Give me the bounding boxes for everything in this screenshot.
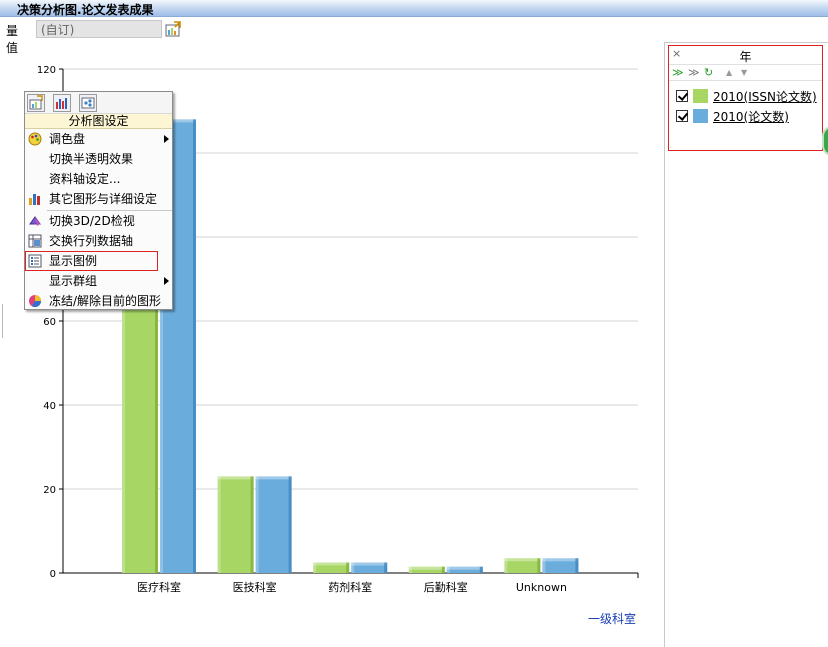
move-down-icon[interactable]: ▼ xyxy=(741,68,747,77)
bar-highlight xyxy=(351,562,388,566)
measure-input[interactable] xyxy=(36,20,162,38)
bar-edge xyxy=(504,558,508,573)
bar-shade xyxy=(537,558,541,573)
menu-item-label: 其它图形与详细设定 xyxy=(49,192,158,206)
menu-item-show-legend[interactable]: 显示图例 xyxy=(25,251,172,271)
bar-highlight xyxy=(504,558,541,562)
x-tick-label: 医疗科室 xyxy=(137,580,181,594)
move-up-icon[interactable]: ▲ xyxy=(726,68,732,77)
bar-highlight xyxy=(408,566,445,570)
bar-highlight xyxy=(217,476,254,480)
context-menu-header: 分析图设定 xyxy=(25,114,172,129)
legend-title: 年 xyxy=(739,50,752,64)
chart-settings-icon[interactable] xyxy=(27,94,45,112)
legend-item-label[interactable]: 2010(论文数) xyxy=(713,108,789,125)
menu-item-freeze-chart[interactable]: 冻结/解除目前的图形 xyxy=(25,291,172,311)
bar-highlight xyxy=(542,558,579,562)
bar xyxy=(217,476,254,573)
bar-edge xyxy=(542,558,546,573)
menu-item-toggle-3d[interactable]: 切换3D/2D检视 xyxy=(25,211,172,231)
y-tick-label: 20 xyxy=(43,485,56,496)
y-tick-label: 60 xyxy=(43,317,56,328)
bar-highlight xyxy=(446,566,483,570)
left-edge-handle xyxy=(0,304,3,338)
x-tick-label: Unknown xyxy=(516,581,567,594)
window-title-bar: 决策分析图.论文发表成果 xyxy=(0,0,828,17)
y-tick-label: 0 xyxy=(50,569,56,580)
menu-item-swap-axis[interactable]: 交换行列数据轴 xyxy=(25,231,172,251)
y-tick-label: 40 xyxy=(43,401,56,412)
menu-item-label: 切换半透明效果 xyxy=(49,152,134,166)
bar-highlight xyxy=(255,476,292,480)
menu-item-palette[interactable]: 调色盘 xyxy=(25,129,172,149)
y-tick-label: 120 xyxy=(37,65,56,76)
bar-edge xyxy=(255,476,259,573)
window-title: 决策分析图.论文发表成果 xyxy=(17,3,154,17)
bar-shade xyxy=(441,566,445,573)
menu-item-label: 切换3D/2D检视 xyxy=(49,214,135,228)
chart-context-menu: 分析图设定 调色盘 切换半透明效果 资料轴设定... 其它图形与详细设定 切换3… xyxy=(24,91,173,310)
menu-item-label: 资料轴设定... xyxy=(49,172,121,186)
refresh-icon[interactable]: ↻ xyxy=(704,66,713,79)
legend-panel: 年 × ≫ ≫ ↻ ▲ ▼ 2010(ISSN论文数) 2010(论文数) xyxy=(664,42,828,647)
3d-view-icon xyxy=(28,214,42,228)
deselect-all-icon[interactable]: ≫ xyxy=(688,66,700,79)
bar-edge xyxy=(313,562,317,573)
palette-icon xyxy=(28,132,42,146)
menu-item-label: 调色盘 xyxy=(49,132,86,146)
x-axis-title: 一级科室 xyxy=(588,612,637,626)
bar-edge xyxy=(446,566,450,573)
legend-swatch xyxy=(693,109,708,123)
select-all-icon[interactable]: ≫ xyxy=(672,66,684,79)
bar-edge xyxy=(408,566,412,573)
bar-chart-icon xyxy=(28,192,42,206)
panel-toggle-handle[interactable] xyxy=(822,126,828,156)
legend-item-label[interactable]: 2010(ISSN论文数) xyxy=(713,88,817,105)
context-menu-toolbar xyxy=(25,92,172,114)
bar-edge xyxy=(351,562,355,573)
bar-shade xyxy=(193,119,196,574)
legend-checkbox[interactable] xyxy=(676,110,688,122)
legend-checkbox[interactable] xyxy=(676,90,688,102)
menu-item-label: 冻结/解除目前的图形 xyxy=(49,294,162,308)
bar-chart-icon[interactable] xyxy=(53,94,71,112)
menu-item-label: 显示图例 xyxy=(49,254,98,268)
chart-settings-icon[interactable] xyxy=(165,21,182,38)
menu-item-other-charts[interactable]: 其它图形与详细设定 xyxy=(25,189,172,209)
bar-shade xyxy=(384,562,388,573)
menu-item-label: 显示群组 xyxy=(49,274,98,288)
legend-header: 年 × xyxy=(669,46,822,65)
bar-shade xyxy=(346,562,350,573)
x-tick-label: 医技科室 xyxy=(233,580,277,594)
chart-layout-icon[interactable] xyxy=(79,94,97,112)
submenu-arrow-icon xyxy=(164,135,169,143)
legend-toolbar: ≫ ≫ ↻ ▲ ▼ xyxy=(669,65,822,81)
submenu-arrow-icon xyxy=(164,277,169,285)
x-tick-label: 药剂科室 xyxy=(328,580,372,594)
bar xyxy=(255,476,292,573)
bar-edge xyxy=(217,476,221,573)
bar-highlight xyxy=(313,562,350,566)
menu-item-axis-settings[interactable]: 资料轴设定... xyxy=(25,169,172,189)
x-tick-label: 后勤科室 xyxy=(424,580,468,594)
swap-axis-icon xyxy=(28,234,42,248)
bar-shade xyxy=(575,558,579,573)
menu-item-toggle-transparency[interactable]: 切换半透明效果 xyxy=(25,149,172,169)
menu-item-label: 交换行列数据轴 xyxy=(49,234,134,248)
bar-shade xyxy=(288,476,292,573)
menu-item-show-group[interactable]: 显示群组 xyxy=(25,271,172,291)
legend-icon xyxy=(28,254,42,268)
close-icon[interactable]: × xyxy=(672,47,681,60)
bar-shade xyxy=(479,566,483,573)
legend-box: 年 × ≫ ≫ ↻ ▲ ▼ 2010(ISSN论文数) 2010(论文数) xyxy=(668,45,823,151)
bar-shade xyxy=(250,476,254,573)
freeze-icon xyxy=(28,294,42,308)
legend-swatch xyxy=(693,89,708,103)
